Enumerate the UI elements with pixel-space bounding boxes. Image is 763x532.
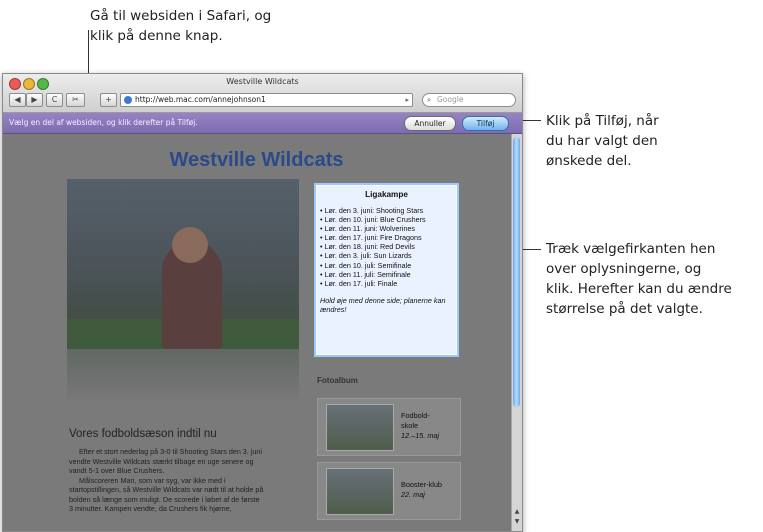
body-line: bolden så længe som muligt. De scorede i…: [69, 494, 260, 504]
callout-line: størrelse på det valgte.: [546, 301, 703, 317]
album-card[interactable]: Fodbold- skole 12.–15. maj: [317, 398, 461, 456]
callout-line: Klik på Tilføj, når: [546, 113, 659, 129]
list-item: • Lør. den 11. juni: Wolverines: [320, 224, 415, 234]
league-note: Hold øje med denne side; planerne kan æn…: [320, 295, 446, 315]
callout-add: Klik på Tilføj, når du har valgt den øns…: [546, 111, 659, 171]
reload-button[interactable]: C: [46, 93, 63, 107]
callout-drag: Træk vælgefirkanten hen over oplysninger…: [546, 239, 732, 319]
list-item: • Lør. den 3. juli: Sun Lizards: [320, 251, 412, 261]
callout-line: ønskede del.: [546, 153, 632, 169]
reload-icon[interactable]: ▸: [405, 94, 409, 106]
list-item: • Lør. den 10. juni: Blue Crushers: [320, 215, 426, 225]
album-title: Fodbold-: [401, 411, 430, 420]
site-title: Westville Wildcats: [169, 149, 344, 171]
callout-line: Gå til websiden i Safari, og: [90, 8, 272, 24]
album-date: 22. maj: [401, 490, 425, 499]
list-item: • Lør. den 3. juni: Shooting Stars: [320, 206, 424, 215]
callout-line: Træk vælgefirkanten hen: [546, 241, 716, 257]
search-placeholder: Google: [437, 95, 464, 104]
list-item: • Lør. den 17. juni: Fire Dragons: [320, 233, 422, 243]
window-title: Westville Wildcats: [226, 77, 299, 86]
league-schedule-box[interactable]: Ligakampe • Lør. den 3. juni: Shooting S…: [314, 183, 459, 357]
selection-instruction: Vælg en del af websiden, og klik derefte…: [9, 118, 198, 127]
search-icon: ⌕: [427, 95, 432, 104]
body-line: vandt 5-1 over Blue Crushers.: [69, 466, 165, 475]
album-card[interactable]: Booster-klub 22. maj: [317, 462, 461, 520]
album-heading: Fotoalbum: [317, 376, 358, 385]
title-bar: Westville Wildcats ◀ ▶ C ✂ + http://web.…: [3, 74, 522, 113]
body-line: 3 minutter. Kampen vendte, da Crushers f…: [69, 504, 232, 513]
webclip-selection-bar: Vælg en del af websiden, og klik derefte…: [3, 113, 522, 134]
album-title: Booster-klub: [401, 480, 442, 489]
album-thumbnail[interactable]: [326, 404, 394, 451]
album-label: Fodbold- skole 12.–15. maj: [401, 411, 439, 441]
callout-line: klik på denne knap.: [90, 28, 223, 44]
child-head: [172, 227, 208, 263]
vertical-scrollbar[interactable]: ▲ ▼: [511, 134, 522, 531]
list-item: • Lør. den 17. juli: Finale: [320, 278, 398, 288]
body-line: vendte Westville Wildcats stærkt tilbage…: [69, 456, 254, 466]
back-button[interactable]: ◀: [9, 93, 26, 107]
list-item: • Lør. den 18. juni: Red Devils: [320, 242, 415, 252]
season-heading: Vores fodboldsæson indtil nu: [69, 428, 217, 440]
callout-line: du har valgt den: [546, 133, 658, 149]
scroll-up-icon[interactable]: ▲: [513, 508, 521, 515]
forward-button[interactable]: ▶: [26, 93, 43, 107]
body-line: startopstillingen, så Westville Wildcats…: [69, 485, 264, 494]
scrollbar-thumb[interactable]: [513, 137, 520, 407]
team-photo: [67, 179, 299, 349]
body-line: Efter et stort nederlag på 3-0 til Shoot…: [79, 447, 262, 456]
list-item: • Lør. den 10. juli: Semifinale: [320, 260, 412, 270]
add-button[interactable]: Tilføj: [462, 116, 509, 131]
list-item: • Lør. den 11. juli: Semifinale: [320, 269, 411, 279]
webclip-button[interactable]: ✂: [66, 93, 85, 107]
season-body: Efter et stort nederlag på 3-0 til Shoot…: [69, 447, 315, 514]
add-bookmark-button[interactable]: +: [100, 93, 117, 107]
callout-line: klik. Herefter kan du ændre: [546, 281, 732, 297]
callout-webclip: Gå til websiden i Safari, og klik på den…: [90, 6, 271, 46]
league-list: • Lør. den 3. juni: Shooting Stars • Lør…: [320, 206, 457, 288]
cancel-button[interactable]: Annuller: [404, 116, 456, 131]
album-title: skole: [401, 421, 419, 430]
callout-line: over oplysningerne, og: [546, 261, 702, 277]
globe-icon: [124, 96, 132, 104]
photo-reflection: [67, 349, 299, 399]
body-line: Målscoreren Mari, som var syg, var ikke …: [79, 475, 226, 485]
scroll-down-icon[interactable]: ▼: [513, 518, 521, 525]
url-text: http://web.mac.com/annejohnson1: [135, 95, 266, 104]
address-bar[interactable]: http://web.mac.com/annejohnson1 ▸: [120, 93, 413, 107]
search-input[interactable]: ⌕ Google: [422, 93, 516, 107]
album-thumbnail[interactable]: [326, 468, 394, 515]
album-date: 12.–15. maj: [401, 431, 440, 440]
album-label: Booster-klub 22. maj: [401, 480, 442, 500]
league-heading: Ligakampe: [365, 190, 408, 199]
